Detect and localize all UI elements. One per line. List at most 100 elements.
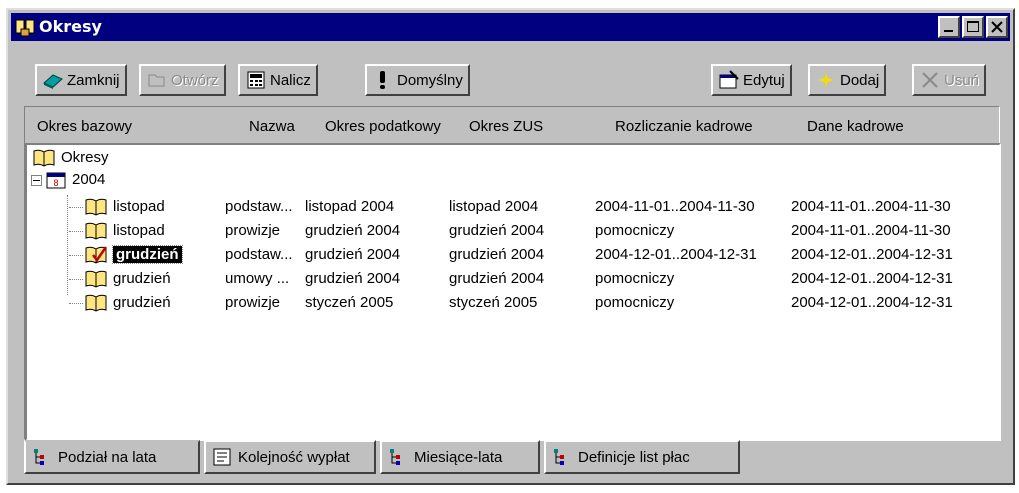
tree-branch-line — [69, 206, 83, 208]
okresy-window: Okresy Zamknij Otwórz Nalicz Domyślny Ed… — [6, 8, 1015, 485]
book-icon — [85, 222, 107, 240]
cell-hr-data: 2004-11-01..2004-11-30 — [791, 222, 951, 239]
column-header-name[interactable]: Nazwa — [245, 115, 319, 143]
edit-window-icon — [719, 70, 739, 89]
tree-node-base[interactable]: grudzień — [69, 291, 225, 315]
app-book-icon — [15, 19, 35, 37]
cell-tax: grudzień 2004 — [305, 246, 401, 263]
minimize-button[interactable] — [938, 16, 960, 38]
tree-node-base[interactable]: listopad — [69, 195, 225, 219]
tree-root-label: Okresy — [61, 149, 109, 166]
book-icon — [85, 198, 107, 216]
table-row[interactable]: grudzień podstaw... grudzień 2004 grudzień … — [27, 243, 997, 267]
table-row[interactable]: listopad podstaw... listopad 2004 listopad … — [27, 195, 997, 219]
default-button[interactable]: Domyślny — [365, 64, 470, 96]
calculate-button[interactable]: Nalicz — [238, 64, 318, 96]
column-header-zus[interactable]: Okres ZUS — [465, 115, 595, 143]
tree-node-base[interactable]: grudzień — [69, 267, 225, 291]
tree-node-base[interactable]: listopad — [69, 219, 225, 243]
cell-name: podstaw... — [225, 246, 293, 263]
cell-zus: listopad 2004 — [449, 198, 539, 215]
tab-payroll-definitions[interactable]: Definicje list płac — [544, 440, 740, 474]
cell-name: prowizje — [225, 294, 281, 311]
tab-year-split[interactable]: Podział na lata — [24, 440, 200, 474]
cell-tax: listopad 2004 — [305, 198, 395, 215]
exclamation-icon — [380, 71, 385, 89]
cell-hr-data: 2004-12-01..2004-12-31 — [791, 294, 953, 311]
edit-button-label: Edytuj — [743, 71, 785, 89]
column-header-hr-data[interactable]: Dane kadrowe — [803, 115, 983, 143]
book-icon — [85, 294, 107, 312]
tree-node-label: grudzień — [113, 294, 171, 311]
edit-button[interactable]: Edytuj — [711, 64, 792, 96]
cell-name: umowy ... — [225, 270, 290, 287]
tab-bar: Podział na lata Kolejność wypłat Miesiąc… — [24, 440, 824, 476]
tree-node-label: listopad — [113, 222, 165, 239]
cell-zus: grudzień 2004 — [449, 222, 545, 239]
tree-root[interactable]: Okresy — [33, 149, 109, 173]
open-button-label: Otwórz — [171, 71, 219, 89]
cell-tax: grudzień 2004 — [305, 222, 401, 239]
column-header-hr-settlement[interactable]: Rozliczanie kadrowe — [611, 115, 789, 143]
book-icon — [33, 149, 55, 167]
minimize-icon — [944, 30, 953, 32]
calculator-icon — [247, 71, 265, 89]
cell-hr-data: 2004-12-01..2004-12-31 — [791, 246, 953, 263]
tree-branch-line — [69, 278, 83, 280]
table-row[interactable]: grudzień umowy ... grudzień 2004 grudzień 2… — [27, 267, 997, 291]
cell-hr-settlement: pomocniczy — [595, 270, 675, 287]
collapse-icon[interactable] — [31, 174, 42, 186]
tree-year-node[interactable]: 8 2004 — [31, 171, 105, 195]
exit-icon — [43, 74, 63, 89]
open-button[interactable]: Otwórz — [139, 64, 226, 96]
column-header: Okres bazowy Nazwa Okres podatkowy Okres… — [33, 115, 991, 143]
book-checked-icon — [85, 246, 107, 264]
tab-months-years[interactable]: Miesiące-lata — [380, 440, 540, 474]
cell-hr-data: 2004-11-01..2004-11-30 — [791, 198, 951, 215]
tab-label: Definicje list płac — [578, 448, 690, 466]
tab-label: Miesiące-lata — [414, 448, 503, 466]
cell-zus: grudzień 2004 — [449, 246, 545, 263]
tree-node-label: grudzień — [113, 270, 171, 287]
add-button-label: Dodaj — [840, 71, 880, 89]
add-star-icon — [818, 72, 834, 88]
delete-x-icon — [922, 72, 938, 88]
cell-hr-settlement: pomocniczy — [595, 222, 675, 239]
add-button[interactable]: Dodaj — [808, 64, 887, 96]
tab-payment-order[interactable]: Kolejność wypłat — [204, 440, 376, 474]
tree-node-base[interactable]: grudzień — [69, 243, 225, 267]
table-row[interactable]: grudzień prowizje styczeń 2005 styczeń 2005… — [27, 291, 997, 315]
maximize-button[interactable] — [962, 16, 984, 38]
column-header-base[interactable]: Okres bazowy — [33, 115, 233, 143]
periods-tree[interactable]: Okresy 8 2004 listopad podstaw... listopad … — [25, 143, 1001, 441]
close-window-button[interactable] — [986, 16, 1008, 38]
close-button-label: Zamknij — [67, 71, 120, 89]
close-icon — [991, 21, 1003, 33]
tree-node-label: listopad — [113, 198, 165, 215]
tab-label: Kolejność wypłat — [238, 448, 350, 466]
delete-button[interactable]: Usuń — [912, 64, 987, 96]
close-button[interactable]: Zamknij — [35, 64, 127, 96]
column-header-tax[interactable]: Okres podatkowy — [321, 115, 463, 143]
document-list-icon — [213, 448, 231, 466]
title-bar[interactable]: Okresy — [11, 13, 1010, 41]
book-icon — [85, 270, 107, 288]
toolbar: Zamknij Otwórz Nalicz Domyślny Edytuj Do… — [11, 44, 1010, 96]
tree-branch-line — [69, 254, 83, 256]
delete-button-label: Usuń — [944, 71, 980, 89]
periods-panel: Okres bazowy Nazwa Okres podatkowy Okres… — [24, 106, 1001, 441]
tree-branch-line — [69, 302, 83, 304]
default-button-label: Domyślny — [397, 71, 463, 89]
tree-diagram-icon — [554, 449, 564, 465]
calculate-button-label: Nalicz — [270, 71, 311, 89]
cell-tax: styczeń 2005 — [305, 294, 394, 311]
table-row[interactable]: listopad prowizje grudzień 2004 grudzień 20… — [27, 219, 997, 243]
maximize-icon — [967, 21, 979, 32]
tree-diagram-icon — [390, 449, 400, 465]
cell-hr-settlement: 2004-12-01..2004-12-31 — [595, 246, 757, 263]
cell-name: podstaw... — [225, 198, 293, 215]
open-folder-icon — [148, 74, 165, 87]
cell-zus: styczeń 2005 — [449, 294, 538, 311]
calendar-icon: 8 — [46, 172, 66, 189]
tree-branch-line — [69, 230, 83, 232]
